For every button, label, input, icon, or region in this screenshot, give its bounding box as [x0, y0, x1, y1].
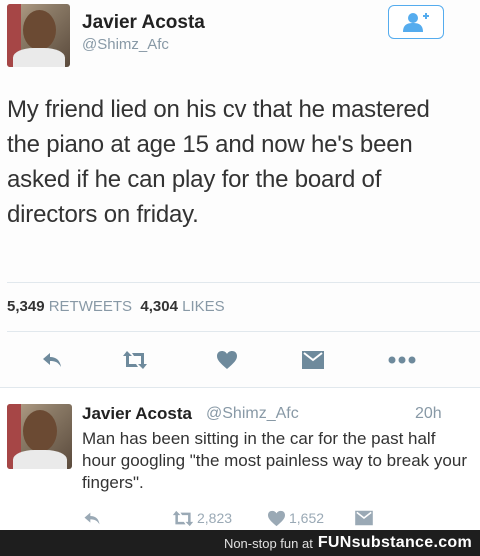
retweets-label[interactable]: RETWEETS [49, 298, 132, 315]
message-button[interactable] [354, 507, 374, 529]
tweet-actions [0, 345, 480, 375]
likes-label[interactable]: LIKES [182, 298, 225, 315]
author-avatar[interactable] [7, 4, 70, 67]
more-icon [388, 356, 416, 364]
message-button[interactable] [298, 345, 328, 375]
divider [7, 331, 480, 332]
site-footer: Non-stop fun at FUNsubstance.com [0, 530, 480, 556]
main-tweet: Javier Acosta @Shimz_Afc My friend lied … [0, 0, 480, 388]
tweet-timestamp[interactable]: 20h [415, 405, 442, 423]
footer-tagline: Non-stop fun at [223, 535, 313, 551]
retweet-icon [123, 351, 147, 369]
author-handle[interactable]: @Shimz_Afc [82, 36, 169, 53]
retweet-icon [172, 510, 194, 526]
retweet-button[interactable]: 2,823 [172, 507, 232, 529]
divider [7, 282, 480, 283]
site-logo[interactable]: FUNsubstance.com [318, 534, 472, 552]
reply-icon [84, 512, 100, 524]
tweet-text: Man has been sitting in the car for the … [82, 429, 467, 492]
tweet-stats: 5,349 RETWEETS 4,304 LIKES [7, 298, 225, 315]
author-name[interactable]: Javier Acosta [82, 12, 205, 34]
more-button[interactable] [384, 345, 420, 375]
follow-button[interactable] [388, 5, 444, 39]
avatar-face [23, 410, 57, 452]
message-icon [355, 510, 373, 526]
author-name[interactable]: Javier Acosta [82, 404, 192, 424]
retweet-button[interactable] [118, 345, 152, 375]
likes-count[interactable]: 4,304 [140, 298, 178, 315]
like-icon [217, 351, 237, 369]
like-count: 1,652 [289, 510, 325, 526]
like-button[interactable] [212, 345, 242, 375]
tweet-actions: 2,823 1,652 [0, 507, 480, 529]
author-avatar[interactable] [7, 404, 72, 469]
reply-button[interactable] [36, 345, 68, 375]
author-handle[interactable]: @Shimz_Afc [206, 405, 299, 423]
retweets-count[interactable]: 5,349 [7, 298, 45, 315]
avatar-shirt [13, 48, 65, 67]
avatar-shirt [13, 450, 67, 469]
retweet-count: 2,823 [197, 510, 233, 526]
message-icon [302, 351, 324, 369]
like-button[interactable]: 1,652 [267, 507, 324, 529]
reply-tweet[interactable]: Javier Acosta @Shimz_Afc 20h Man has bee… [0, 388, 480, 530]
reply-button[interactable] [82, 507, 102, 529]
avatar-face [23, 10, 56, 50]
tweet-text: My friend lied on his cv that he mastere… [7, 96, 430, 228]
add-user-icon [403, 13, 429, 32]
reply-icon [43, 353, 61, 367]
like-icon [268, 510, 285, 526]
